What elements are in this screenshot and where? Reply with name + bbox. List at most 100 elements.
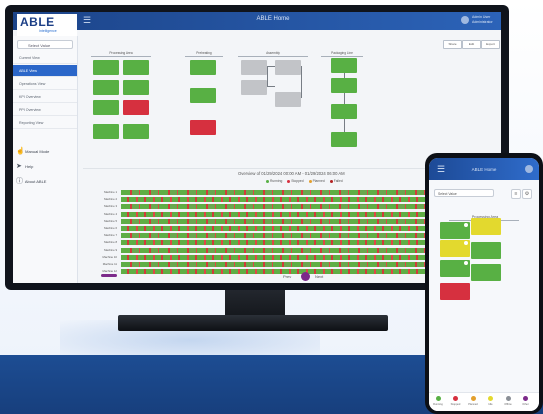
toolbar-button[interactable]: Export [481,40,500,49]
hand-icon: ☝ [16,148,25,155]
tab-dot [488,396,493,401]
user-role-text: Administrator [472,20,493,24]
process-node[interactable] [190,88,216,103]
legend-label: Planned [312,179,325,183]
legend-dot [287,179,291,183]
sidebar-tool-label: About ABLE [24,179,47,184]
row-label: Machine 12 [102,269,117,274]
process-node[interactable] [331,58,357,73]
phone-tab[interactable]: Offline [502,396,514,406]
legend-label: Failed [333,179,343,183]
group-line [185,56,223,57]
row-label: Machine 11 [102,262,117,266]
connector-line [344,73,345,78]
phone-menu-icon[interactable]: ☰ [437,164,445,175]
hamburger-menu-icon[interactable]: ☰ [83,15,93,25]
prev-button[interactable]: Prev [283,273,291,280]
user-name-text: Admin User [472,15,491,19]
phone-process-node[interactable] [440,240,470,257]
top-bar: ☰ ABLE Home Admin User Administrator [13,12,501,30]
group-label: Processing Area [109,51,133,55]
process-node[interactable] [123,100,149,115]
pointer-icon: ➤ [16,163,22,170]
phone-tab[interactable]: Running [432,396,444,406]
sidebar-item[interactable]: KPI Overview [13,91,77,103]
row-label: Machine 4 [104,211,117,216]
phone-process-node[interactable] [471,218,501,235]
row-label: Machine 6 [104,226,117,230]
phone-tab[interactable]: Stopped [450,396,462,406]
view-select[interactable]: Select Value [17,40,73,49]
sidebar: Select Value Current View ABLE View Operat… [13,36,78,283]
connector-line [267,66,268,86]
process-node[interactable] [93,124,119,139]
filter-icon[interactable]: ≡ [511,189,521,199]
row-label: Machine 8 [104,240,117,245]
play-button[interactable] [301,272,310,281]
sidebar-item[interactable]: PPI Overview [13,104,77,116]
process-node[interactable] [275,92,301,107]
user-name: Admin User Administrator [472,15,493,25]
process-node[interactable] [275,60,301,75]
next-button[interactable]: Next [315,273,323,280]
sidebar-tool-hand[interactable]: ☝ Manual Mode [16,146,76,158]
phone-top-bar: ☰ ABLE Home [429,158,539,180]
process-node[interactable] [93,80,119,95]
group-label: Preheating [196,51,212,55]
row-label: Machine 7 [104,233,117,238]
phone-process-node[interactable] [471,242,501,259]
sidebar-item[interactable]: Reporting View [13,117,77,129]
group-line [91,56,151,57]
process-node[interactable] [190,60,216,75]
process-node[interactable] [241,60,267,75]
connector-line [301,66,302,98]
group-label: Assembly [266,51,280,55]
phone-tab[interactable]: Other [520,396,532,406]
legend-label: Stopped [291,179,304,183]
sidebar-item[interactable]: Current View [13,52,77,64]
process-node[interactable] [190,120,216,135]
process-node[interactable] [331,132,357,147]
process-node[interactable] [331,78,357,93]
phone-process-node[interactable] [440,283,470,300]
sidebar-item[interactable]: ABLE View [13,65,77,77]
process-node[interactable] [123,60,149,75]
tab-dot [435,396,441,401]
phone-title: ABLE Home [471,167,497,172]
zoom-slider[interactable] [101,274,117,277]
process-node[interactable] [123,80,149,95]
toolbar-button[interactable]: Share [443,40,462,49]
tab-label: Other [522,403,529,406]
group-label: Packaging Line [331,51,353,55]
sidebar-tool-label: Help [24,164,34,169]
process-node[interactable] [331,104,357,119]
tab-label: Stopped [450,403,461,406]
scene: ☰ ABLE Home Admin User Administrator ABL… [0,0,543,414]
sidebar-item[interactable]: Operations View [13,78,77,90]
tab-label: Idle [488,403,493,406]
process-node[interactable] [93,60,119,75]
logo-subtext: Intelligence [39,29,57,33]
monitor-stand-base [118,315,388,331]
process-node[interactable] [123,124,149,139]
group-line [238,56,308,57]
phone-process-node[interactable] [440,260,470,277]
phone-process-node[interactable] [440,222,470,239]
row-label: Machine 2 [104,197,117,202]
process-node[interactable] [93,100,119,115]
row-label: Machine 1 [104,190,117,194]
sidebar-tool-pointer[interactable]: ➤ Help [16,161,76,173]
app-title: ABLE Home [256,16,290,22]
sidebar-tool-info[interactable]: ⓘ About ABLE [16,176,76,188]
phone-tab[interactable]: Planned [467,396,479,406]
toolbar-button[interactable]: Edit [462,40,481,49]
settings-icon[interactable]: ⚙ [522,189,532,199]
phone-view-select[interactable]: Select Value [434,189,494,197]
process-node[interactable] [241,80,267,95]
phone-process-node[interactable] [471,264,501,281]
connector-line [267,66,275,67]
connector-line [344,93,345,104]
phone-avatar[interactable] [525,165,533,173]
user-avatar[interactable] [461,16,469,24]
phone-tab[interactable]: Idle [485,396,497,406]
